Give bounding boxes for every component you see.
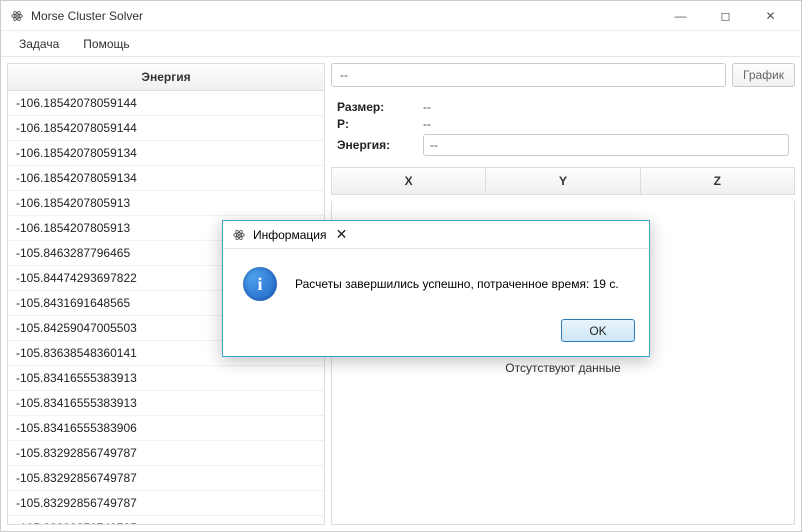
- maximize-button[interactable]: ◻: [703, 2, 748, 30]
- titlebar: Morse Cluster Solver — ◻ ✕: [1, 1, 801, 31]
- app-icon: [9, 8, 25, 24]
- col-y[interactable]: Y: [485, 168, 639, 194]
- energy-field[interactable]: [423, 134, 789, 156]
- size-label: Размер:: [337, 100, 417, 114]
- dialog-titlebar: Информация ✕: [223, 221, 649, 249]
- dialog-message: Расчеты завершились успешно, потраченное…: [295, 277, 619, 291]
- ok-button[interactable]: OK: [561, 319, 635, 342]
- dialog-body: i Расчеты завершились успешно, потраченн…: [223, 249, 649, 309]
- window-title: Morse Cluster Solver: [31, 9, 143, 23]
- list-item[interactable]: -106.18542078059134: [8, 141, 324, 166]
- list-item[interactable]: -105.83292856749785: [8, 516, 324, 524]
- energy-label: Энергия:: [337, 138, 417, 152]
- close-button[interactable]: ✕: [748, 2, 793, 30]
- info-icon: i: [243, 267, 277, 301]
- top-row: График: [331, 63, 795, 87]
- energy-list-header: Энергия: [8, 64, 324, 91]
- dialog-title: Информация: [253, 228, 326, 242]
- list-item[interactable]: -106.18542078059144: [8, 91, 324, 116]
- list-item[interactable]: -106.18542078059144: [8, 116, 324, 141]
- menu-task[interactable]: Задача: [9, 34, 69, 54]
- list-item[interactable]: -106.18542078059134: [8, 166, 324, 191]
- minimize-button[interactable]: —: [658, 2, 703, 30]
- dialog-app-icon: [231, 227, 247, 243]
- list-item[interactable]: -105.83416555383906: [8, 416, 324, 441]
- info-fields: Размер: -- P: -- Энергия:: [331, 93, 795, 161]
- list-item[interactable]: -106.1854207805913: [8, 191, 324, 216]
- menu-help[interactable]: Помощь: [73, 34, 139, 54]
- col-x[interactable]: X: [332, 168, 485, 194]
- menubar: Задача Помощь: [1, 31, 801, 57]
- p-value: --: [423, 117, 431, 131]
- list-item[interactable]: -105.83292856749787: [8, 491, 324, 516]
- no-data-label: Отсутствуют данные: [332, 361, 794, 375]
- size-value: --: [423, 100, 431, 114]
- list-item[interactable]: -105.83416555383913: [8, 366, 324, 391]
- list-item[interactable]: -105.83416555383913: [8, 391, 324, 416]
- dialog-close-button[interactable]: ✕: [326, 226, 356, 243]
- p-label: P:: [337, 117, 417, 131]
- info-dialog: Информация ✕ i Расчеты завершились успеш…: [222, 220, 650, 357]
- list-item[interactable]: -105.83292856749787: [8, 441, 324, 466]
- chart-button[interactable]: График: [732, 63, 795, 87]
- dialog-buttons: OK: [223, 309, 649, 356]
- col-z[interactable]: Z: [640, 168, 794, 194]
- grid-header: X Y Z: [331, 167, 795, 195]
- list-item[interactable]: -105.83292856749787: [8, 466, 324, 491]
- search-input[interactable]: [331, 63, 726, 87]
